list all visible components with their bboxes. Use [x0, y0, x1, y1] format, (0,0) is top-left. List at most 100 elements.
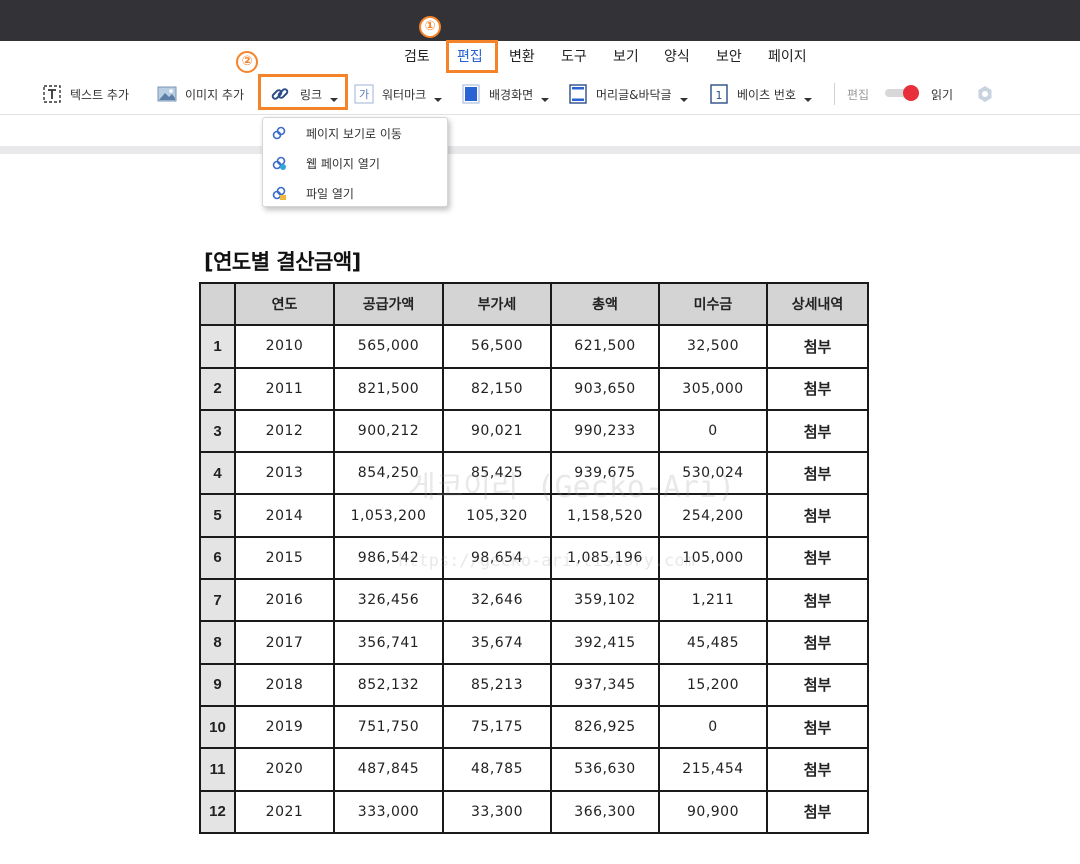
- details-cell: 첨부: [766, 408, 869, 454]
- link-menu-item-page-view[interactable]: 페이지 보기로 이동: [263, 118, 449, 148]
- watermark-button[interactable]: 가 워터마크: [354, 73, 443, 115]
- header-vat: 부가세: [442, 281, 552, 327]
- step-badge-2: ②: [236, 51, 258, 73]
- menu-view[interactable]: 보기: [613, 47, 639, 67]
- menu-form[interactable]: 양식: [664, 47, 690, 67]
- web-link-icon: [271, 155, 287, 171]
- background-icon: [461, 84, 481, 104]
- vat-cell: 35,674: [442, 620, 552, 665]
- menu-convert[interactable]: 변환: [509, 47, 535, 67]
- receivable-cell: 254,200: [658, 493, 768, 538]
- receivable-cell: 305,000: [658, 366, 768, 411]
- chevron-down-icon: [330, 98, 339, 102]
- vat-cell: 90,021: [442, 408, 552, 454]
- row-index: 10: [199, 704, 236, 750]
- add-image-button[interactable]: 이미지 추가: [157, 73, 244, 115]
- supply-amount-cell: 986,542: [333, 535, 444, 581]
- header-footer-label: 머리글&바닥글: [596, 87, 672, 102]
- mode-edit-label: 편집: [847, 87, 870, 102]
- year-cell: 2017: [234, 620, 335, 665]
- row-index: 8: [199, 620, 236, 665]
- year-cell: 2012: [234, 408, 335, 454]
- receivable-cell: 45,485: [658, 620, 768, 665]
- svg-text:가: 가: [359, 88, 369, 101]
- link-menu-item-web-page[interactable]: 웹 페이지 열기: [263, 148, 449, 178]
- total-cell: 621,500: [550, 324, 660, 369]
- gear-icon: [975, 84, 995, 104]
- supply-amount-cell: 326,456: [333, 578, 444, 623]
- chevron-down-icon: [434, 98, 443, 102]
- total-cell: 392,415: [550, 620, 660, 665]
- table-row: 5 2014 1,053,200 105,320 1,158,520 254,200 첨부: [199, 493, 869, 538]
- row-index: 3: [199, 408, 236, 454]
- total-cell: 903,650: [550, 366, 660, 411]
- link-menu-item-open-file[interactable]: 파일 열기: [263, 178, 449, 208]
- file-link-icon: [271, 185, 287, 201]
- add-image-label: 이미지 추가: [185, 87, 245, 102]
- link-button[interactable]: 링크: [270, 73, 339, 115]
- toolbar-divider: [834, 83, 835, 105]
- year-cell: 2020: [234, 747, 335, 792]
- link-menu-label: 웹 페이지 열기: [306, 156, 380, 171]
- total-cell: 366,300: [550, 789, 660, 834]
- menu-tools[interactable]: 도구: [561, 47, 587, 67]
- year-cell: 2010: [234, 324, 335, 369]
- year-cell: 2011: [234, 366, 335, 411]
- chevron-down-icon: [804, 98, 813, 102]
- page-link-icon: [271, 125, 287, 141]
- add-text-label: 텍스트 추가: [70, 87, 130, 102]
- total-cell: 937,345: [550, 662, 660, 707]
- row-index: 5: [199, 493, 236, 538]
- vat-cell: 82,150: [442, 366, 552, 411]
- row-index: 1: [199, 324, 236, 369]
- supply-amount-cell: 333,000: [333, 789, 444, 834]
- step-badge-1: ①: [419, 16, 441, 38]
- add-text-button[interactable]: 텍스트 추가: [42, 73, 129, 115]
- row-index: 6: [199, 535, 236, 581]
- vat-cell: 48,785: [442, 747, 552, 792]
- total-cell: 1,085,196: [550, 535, 660, 581]
- header-footer-button[interactable]: 머리글&바닥글: [568, 73, 688, 115]
- total-cell: 1,158,520: [550, 493, 660, 538]
- settings-button[interactable]: [975, 73, 1003, 115]
- row-index: 9: [199, 662, 236, 707]
- year-cell: 2016: [234, 578, 335, 623]
- supply-amount-cell: 487,845: [333, 747, 444, 792]
- link-dropdown-menu: 페이지 보기로 이동 웹 페이지 열기 파일 열기: [262, 117, 448, 207]
- menu-review[interactable]: 검토: [404, 47, 430, 67]
- watermark-icon: 가: [354, 84, 374, 104]
- mode-read-label: 읽기: [931, 87, 954, 102]
- window-titlebar: [0, 0, 1080, 41]
- vat-cell: 85,425: [442, 451, 552, 496]
- table-header-row: 연도 공급가액 부가세 총액 미수금 상세내역: [199, 281, 869, 327]
- bates-number-label: 베이츠 번호: [737, 87, 797, 102]
- supply-amount-cell: 854,250: [333, 451, 444, 496]
- table-row: 3 2012 900,212 90,021 990,233 0 첨부: [199, 408, 869, 454]
- year-cell: 2021: [234, 789, 335, 834]
- total-cell: 826,925: [550, 704, 660, 750]
- header-index: [199, 281, 236, 327]
- supply-amount-cell: 821,500: [333, 366, 444, 411]
- row-index: 11: [199, 747, 236, 792]
- details-cell: 첨부: [766, 704, 869, 750]
- vat-cell: 56,500: [442, 324, 552, 369]
- receivable-cell: 1,211: [658, 578, 768, 623]
- total-cell: 536,630: [550, 747, 660, 792]
- row-index: 4: [199, 451, 236, 496]
- document-title: [연도별 결산금액]: [204, 250, 361, 274]
- details-cell: 첨부: [766, 493, 869, 538]
- supply-amount-cell: 751,750: [333, 704, 444, 750]
- menu-page[interactable]: 페이지: [768, 47, 807, 67]
- edit-read-toggle[interactable]: [885, 85, 919, 101]
- background-button[interactable]: 배경화면: [461, 73, 550, 115]
- receivable-cell: 0: [658, 408, 768, 454]
- table-row: 7 2016 326,456 32,646 359,102 1,211 첨부: [199, 578, 869, 623]
- table-row: 6 2015 986,542 98,654 1,085,196 105,000 첨부: [199, 535, 869, 581]
- document-top-strip: [0, 116, 1080, 154]
- receivable-cell: 530,024: [658, 451, 768, 496]
- menu-security[interactable]: 보안: [716, 47, 742, 67]
- vat-cell: 32,646: [442, 578, 552, 623]
- bates-number-button[interactable]: 1 베이츠 번호: [709, 73, 813, 115]
- receivable-cell: 0: [658, 704, 768, 750]
- details-cell: 첨부: [766, 578, 869, 623]
